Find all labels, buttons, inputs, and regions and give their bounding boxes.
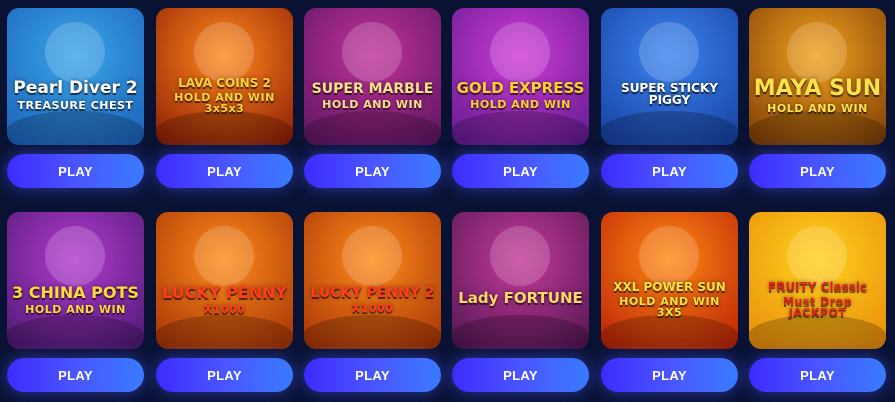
- game-title: Pearl Diver 2 TREASURE CHEST: [9, 78, 141, 112]
- play-button[interactable]: PLAY: [601, 358, 738, 392]
- game-title: LUCKY PENNY X1000: [158, 282, 291, 316]
- game-thumbnail[interactable]: Pearl Diver 2 TREASURE CHEST: [7, 8, 144, 145]
- game-card[interactable]: FRUITY Classic Must Drop JACKPOT PLAY: [749, 212, 886, 392]
- game-title: GOLD EXPRESS HOLD AND WIN: [453, 79, 589, 111]
- game-title-text: LAVA COINS 2: [178, 76, 271, 90]
- play-button[interactable]: PLAY: [749, 358, 886, 392]
- game-thumbnail[interactable]: FRUITY Classic Must Drop JACKPOT: [749, 212, 886, 349]
- game-card[interactable]: Lady FORTUNE PLAY: [452, 212, 589, 392]
- game-card[interactable]: MAYA SUN HOLD AND WIN PLAY: [749, 8, 886, 188]
- game-title: 3 CHINA POTS HOLD AND WIN: [8, 282, 143, 316]
- game-card[interactable]: SUPER MARBLE HOLD AND WIN PLAY: [304, 8, 441, 188]
- diver-icon: [7, 22, 144, 145]
- play-button[interactable]: PLAY: [452, 358, 589, 392]
- game-card[interactable]: LUCKY PENNY X1000 PLAY: [156, 212, 293, 392]
- marble-icon: [304, 22, 441, 145]
- game-title-text: Lady FORTUNE: [458, 288, 583, 307]
- game-title-text: GOLD EXPRESS: [456, 79, 585, 97]
- game-thumbnail[interactable]: GOLD EXPRESS HOLD AND WIN: [452, 8, 589, 145]
- game-title: XXL POWER SUN HOLD AND WIN 3X5: [601, 281, 738, 318]
- game-subtitle: HOLD AND WIN 3x5x3: [174, 91, 275, 115]
- game-title-text: LUCKY PENNY 2: [310, 284, 435, 301]
- lady-icon: [452, 226, 589, 349]
- game-card[interactable]: GOLD EXPRESS HOLD AND WIN PLAY: [452, 8, 589, 188]
- game-card[interactable]: 3 CHINA POTS HOLD AND WIN PLAY: [7, 212, 144, 392]
- game-card[interactable]: LAVA COINS 2 HOLD AND WIN 3x5x3 PLAY: [156, 8, 293, 188]
- game-thumbnail[interactable]: MAYA SUN HOLD AND WIN: [749, 8, 886, 145]
- piggy-icon: [601, 22, 738, 145]
- play-button[interactable]: PLAY: [7, 358, 144, 392]
- game-title: SUPER STICKY PIGGY: [601, 82, 738, 109]
- play-button[interactable]: PLAY: [749, 154, 886, 188]
- game-card[interactable]: XXL POWER SUN HOLD AND WIN 3X5 PLAY: [601, 212, 738, 392]
- game-title-text: FRUITY Classic: [767, 280, 868, 294]
- game-title: FRUITY Classic Must Drop JACKPOT: [749, 281, 886, 318]
- game-title-text: Pearl Diver 2: [13, 78, 138, 98]
- game-title-text: MAYA SUN: [753, 75, 882, 101]
- game-thumbnail[interactable]: SUPER MARBLE HOLD AND WIN: [304, 8, 441, 145]
- play-button[interactable]: PLAY: [601, 154, 738, 188]
- game-subtitle: TREASURE CHEST: [17, 99, 134, 112]
- game-title-text: 3 CHINA POTS: [12, 282, 139, 302]
- game-thumbnail[interactable]: LAVA COINS 2 HOLD AND WIN 3x5x3: [156, 8, 293, 145]
- game-title: LAVA COINS 2 HOLD AND WIN 3x5x3: [156, 77, 293, 114]
- play-button[interactable]: PLAY: [7, 154, 144, 188]
- play-button[interactable]: PLAY: [304, 358, 441, 392]
- game-thumbnail[interactable]: XXL POWER SUN HOLD AND WIN 3X5: [601, 212, 738, 349]
- game-title: Lady FORTUNE: [454, 288, 587, 309]
- game-subtitle: X1000: [351, 301, 394, 315]
- game-subtitle: X1000: [203, 302, 246, 316]
- game-title-text: SUPER MARBLE: [311, 80, 434, 97]
- game-title: SUPER MARBLE HOLD AND WIN: [308, 82, 438, 110]
- game-subtitle: Must Drop JACKPOT: [783, 295, 852, 319]
- game-title: LUCKY PENNY 2 X1000: [307, 286, 439, 314]
- train-icon: [452, 22, 589, 145]
- leprechaun-icon: [156, 226, 293, 349]
- game-thumbnail[interactable]: 3 CHINA POTS HOLD AND WIN: [7, 212, 144, 349]
- pots-icon: [7, 226, 144, 349]
- game-title-text: XXL POWER SUN: [613, 280, 726, 294]
- game-subtitle: HOLD AND WIN: [767, 101, 868, 115]
- game-title: MAYA SUN HOLD AND WIN: [750, 75, 885, 115]
- game-grid: Pearl Diver 2 TREASURE CHEST PLAY LAVA COIN…: [0, 0, 895, 402]
- play-button[interactable]: PLAY: [156, 358, 293, 392]
- game-card[interactable]: Pearl Diver 2 TREASURE CHEST PLAY: [7, 8, 144, 188]
- game-subtitle: HOLD AND WIN: [25, 302, 126, 316]
- game-thumbnail[interactable]: SUPER STICKY PIGGY: [601, 8, 738, 145]
- game-card[interactable]: LUCKY PENNY 2 X1000 PLAY: [304, 212, 441, 392]
- game-thumbnail[interactable]: LUCKY PENNY 2 X1000: [304, 212, 441, 349]
- play-button[interactable]: PLAY: [156, 154, 293, 188]
- game-title-text: LUCKY PENNY: [162, 282, 287, 302]
- leprechaun-icon: [304, 226, 441, 349]
- play-button[interactable]: PLAY: [304, 154, 441, 188]
- game-card[interactable]: SUPER STICKY PIGGY PLAY: [601, 8, 738, 188]
- game-thumbnail[interactable]: LUCKY PENNY X1000: [156, 212, 293, 349]
- play-button[interactable]: PLAY: [452, 154, 589, 188]
- game-thumbnail[interactable]: Lady FORTUNE: [452, 212, 589, 349]
- game-subtitle: HOLD AND WIN 3X5: [619, 295, 720, 319]
- game-subtitle: HOLD AND WIN: [470, 98, 571, 111]
- game-title-text: SUPER STICKY PIGGY: [621, 81, 718, 107]
- game-subtitle: HOLD AND WIN: [322, 97, 423, 111]
